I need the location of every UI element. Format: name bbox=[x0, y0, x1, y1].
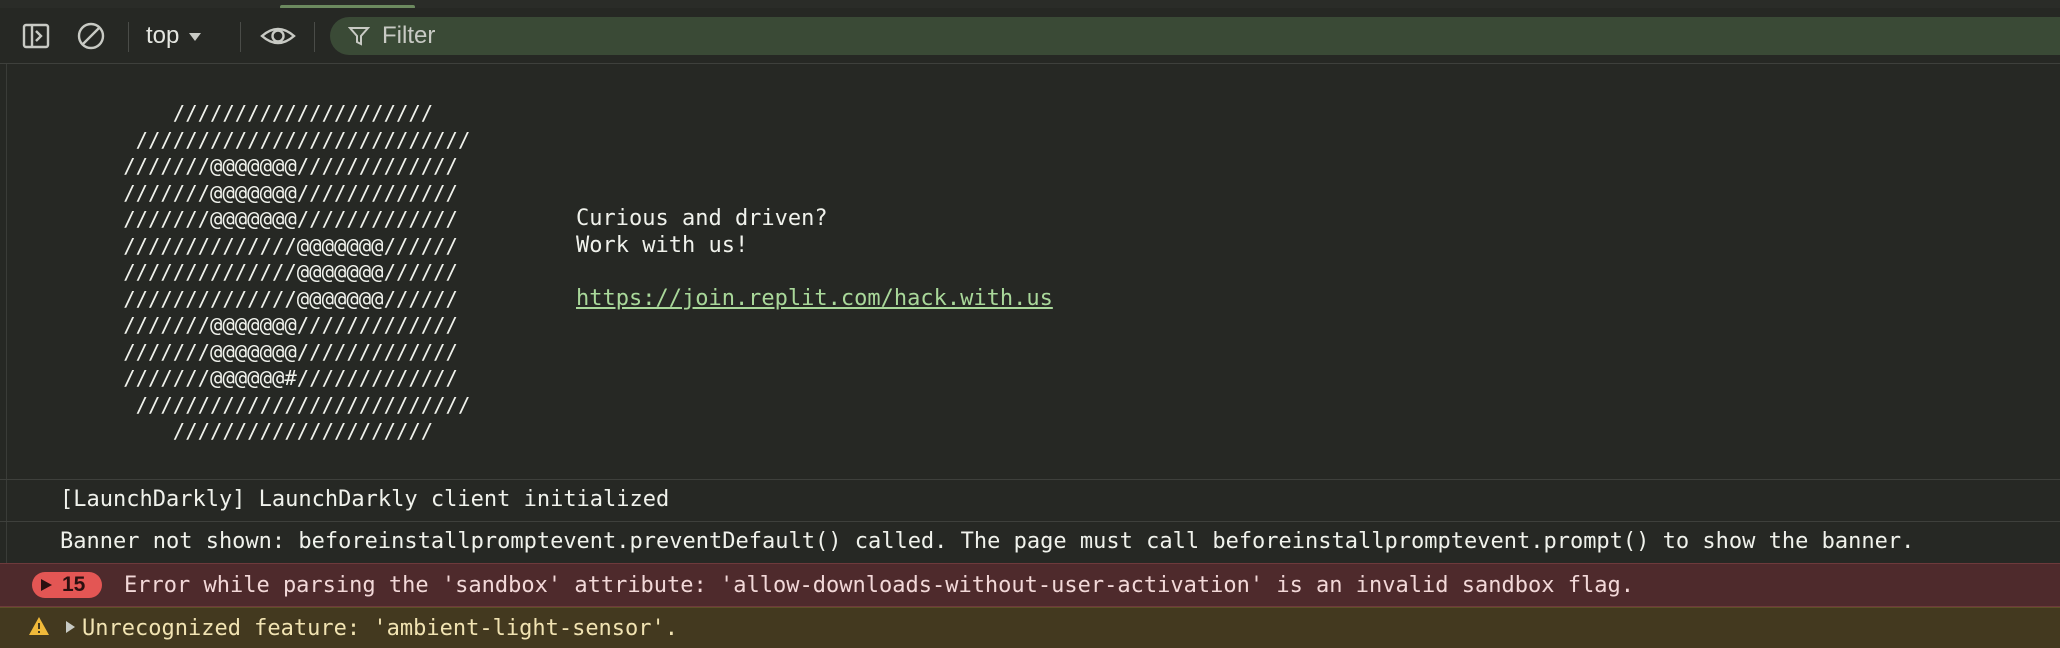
ascii-art-logo: ///////////////////// //////////////////… bbox=[123, 101, 471, 443]
message-text: Unrecognized feature: 'ambient-light-sen… bbox=[82, 615, 679, 641]
toolbar-divider bbox=[128, 22, 129, 52]
recruiting-banner: Curious and driven? Work with us! https:… bbox=[576, 206, 1053, 312]
filter-box[interactable] bbox=[330, 17, 2060, 55]
message-text: [LaunchDarkly] LaunchDarkly client initi… bbox=[60, 487, 670, 512]
console-message: Banner not shown: beforeinstallprompteve… bbox=[0, 521, 2060, 561]
error-triangle-icon bbox=[41, 579, 52, 591]
chevron-down-icon bbox=[187, 22, 203, 50]
console-warning-message[interactable]: Unrecognized feature: 'ambient-light-sen… bbox=[0, 607, 2060, 648]
filter-input[interactable] bbox=[380, 21, 1884, 51]
toolbar-divider bbox=[240, 22, 241, 52]
banner-line: Curious and driven? bbox=[576, 206, 828, 231]
console-output: ///////////////////// //////////////////… bbox=[0, 64, 2060, 648]
banner-line: Work with us! bbox=[576, 232, 749, 258]
console-error-message[interactable]: 15 Error while parsing the 'sandbox' att… bbox=[0, 563, 2060, 607]
error-count-badge[interactable]: 15 bbox=[32, 572, 102, 598]
console-toolbar: top bbox=[0, 8, 2060, 64]
warning-icon bbox=[28, 616, 50, 640]
context-label: top bbox=[146, 22, 180, 49]
toolbar-divider bbox=[314, 22, 315, 52]
context-selector[interactable]: top bbox=[146, 20, 203, 52]
banner-spacer bbox=[576, 259, 1053, 286]
filter-icon bbox=[348, 27, 370, 46]
error-count: 15 bbox=[62, 573, 86, 596]
expand-arrow-icon[interactable] bbox=[64, 619, 76, 638]
sidebar-toggle-icon[interactable] bbox=[20, 20, 52, 52]
eye-icon[interactable] bbox=[260, 20, 296, 52]
careers-link[interactable]: https://join.replit.com/hack.with.us bbox=[576, 286, 1053, 311]
console-message: [LaunchDarkly] LaunchDarkly client initi… bbox=[0, 479, 2060, 519]
message-text: Error while parsing the 'sandbox' attrib… bbox=[124, 572, 1634, 598]
clear-console-icon[interactable] bbox=[75, 20, 107, 52]
message-text: Banner not shown: beforeinstallprompteve… bbox=[60, 529, 1915, 554]
